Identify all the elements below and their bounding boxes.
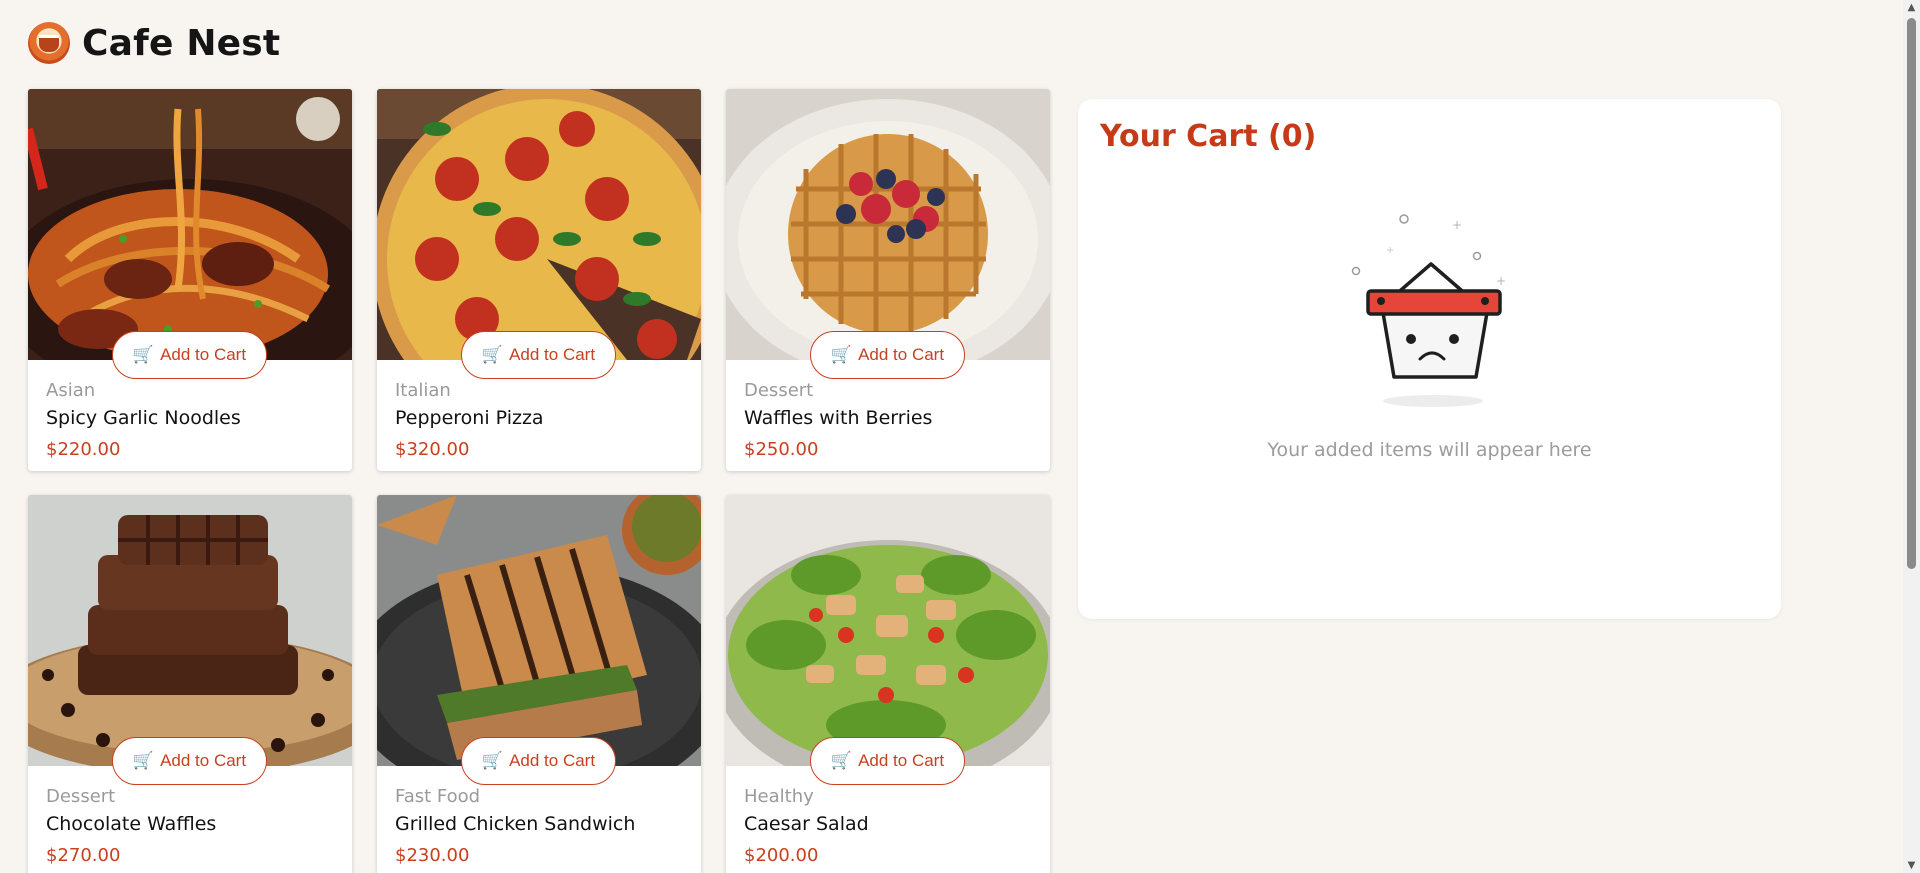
svg-text:+: + (1496, 274, 1506, 288)
item-price: $230.00 (395, 845, 470, 866)
add-to-cart-button[interactable]: 🛒 Add to Cart (810, 331, 965, 379)
item-price: $250.00 (744, 439, 819, 460)
menu-card: 🛒 Add to Cart Healthy Caesar Salad $200.… (726, 495, 1050, 873)
scroll-up-arrow-icon[interactable]: ▲ (1906, 2, 1917, 13)
menu-card: 🛒 Add to Cart Fast Food Grilled Chicken … (377, 495, 701, 873)
food-image-pizza (377, 89, 701, 360)
food-image-salad (726, 495, 1050, 766)
svg-text:+: + (1452, 218, 1462, 232)
add-to-cart-label: Add to Cart (858, 751, 945, 770)
item-price: $320.00 (395, 439, 470, 460)
item-price: $220.00 (46, 439, 121, 460)
menu-card: 🛒 Add to Cart Dessert Waffles with Berri… (726, 89, 1050, 471)
item-price: $200.00 (744, 845, 819, 866)
svg-text:+: + (1386, 245, 1394, 256)
sad-basket-icon: + + + (1336, 209, 1526, 413)
cart-title: Your Cart (0) (1100, 119, 1317, 154)
add-to-cart-button[interactable]: 🛒 Add to Cart (461, 331, 616, 379)
cart-icon: 🛒 (830, 751, 853, 770)
item-price: $270.00 (46, 845, 121, 866)
cart-empty-message: Your added items will appear here (1267, 439, 1592, 461)
cart-icon: 🛒 (481, 751, 504, 770)
food-image-waffle-berries (726, 89, 1050, 360)
scroll-down-arrow-icon[interactable]: ▼ (1906, 860, 1917, 871)
add-to-cart-label: Add to Cart (160, 751, 247, 770)
add-to-cart-label: Add to Cart (509, 345, 596, 364)
menu-grid: 🛒 Add to Cart Asian Spicy Garlic Noodles… (28, 89, 1050, 873)
item-category: Fast Food (395, 786, 481, 807)
page-scrollbar[interactable]: ▲ ▼ (1903, 0, 1920, 873)
food-image-choc-waffles (28, 495, 352, 766)
item-name: Pepperoni Pizza (395, 407, 544, 429)
brand-name: Cafe Nest (82, 22, 281, 64)
menu-card: 🛒 Add to Cart Dessert Chocolate Waffles … (28, 495, 352, 873)
add-to-cart-button[interactable]: 🛒 Add to Cart (810, 737, 965, 785)
item-name: Waffles with Berries (744, 407, 933, 429)
item-name: Grilled Chicken Sandwich (395, 813, 636, 835)
add-to-cart-label: Add to Cart (509, 751, 596, 770)
page-header: Cafe Nest (28, 22, 280, 64)
food-image-noodles (28, 89, 352, 360)
menu-card: 🛒 Add to Cart Italian Pepperoni Pizza $3… (377, 89, 701, 471)
cart-panel: Your Cart (0) + + + Your added items wil… (1078, 99, 1781, 619)
cart-icon: 🛒 (830, 345, 853, 364)
item-name: Chocolate Waffles (46, 813, 217, 835)
scroll-thumb[interactable] (1907, 18, 1916, 569)
item-category: Dessert (46, 786, 116, 807)
add-to-cart-button[interactable]: 🛒 Add to Cart (112, 737, 267, 785)
item-category: Asian (46, 380, 96, 401)
add-to-cart-button[interactable]: 🛒 Add to Cart (461, 737, 616, 785)
add-to-cart-button[interactable]: 🛒 Add to Cart (112, 331, 267, 379)
cart-icon: 🛒 (132, 751, 155, 770)
add-to-cart-label: Add to Cart (160, 345, 247, 364)
cafe-logo-icon (28, 22, 70, 64)
cart-icon: 🛒 (132, 345, 155, 364)
food-image-sandwich (377, 495, 701, 766)
item-name: Caesar Salad (744, 813, 869, 835)
item-name: Spicy Garlic Noodles (46, 407, 241, 429)
item-category: Healthy (744, 786, 814, 807)
item-category: Italian (395, 380, 451, 401)
menu-card: 🛒 Add to Cart Asian Spicy Garlic Noodles… (28, 89, 352, 471)
add-to-cart-label: Add to Cart (858, 345, 945, 364)
item-category: Dessert (744, 380, 814, 401)
cart-icon: 🛒 (481, 345, 504, 364)
